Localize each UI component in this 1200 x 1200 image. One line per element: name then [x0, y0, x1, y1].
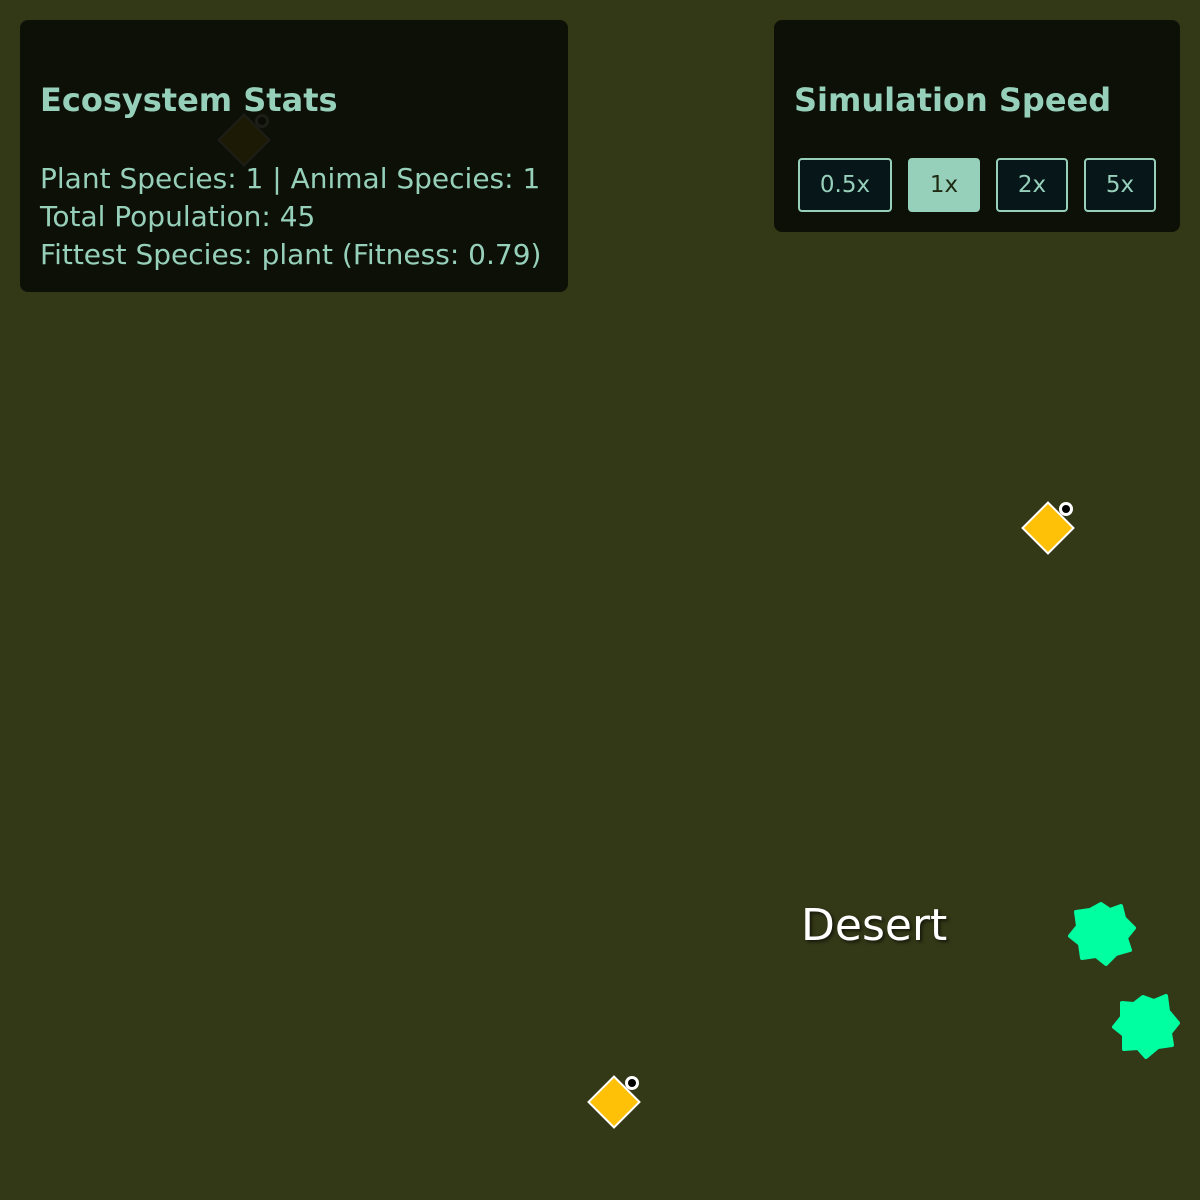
simulation-speed-panel: Simulation Speed 0.5x 1x 2x 5x — [774, 20, 1180, 232]
fittest-species-text: Fittest Species: plant (Fitness: 0.79) — [40, 238, 542, 271]
species-count-text: Plant Species: 1 | Animal Species: 1 — [40, 162, 541, 195]
biome-label: Desert — [801, 900, 948, 951]
total-population-text: Total Population: 45 — [40, 200, 316, 233]
ecosystem-stats-panel: Ecosystem Stats Plant Species: 1 | Anima… — [20, 20, 568, 292]
speed-5x-button[interactable]: 5x — [1084, 158, 1156, 212]
stats-list: Plant Species: 1 | Animal Species: 1 Tot… — [40, 160, 548, 274]
speed-0.5x-button[interactable]: 0.5x — [798, 158, 892, 212]
animal-entity-icon — [587, 1075, 641, 1129]
animal-entity-icon — [1021, 501, 1075, 555]
speed-button-group: 0.5x 1x 2x 5x — [798, 158, 1156, 212]
speed-1x-button[interactable]: 1x — [908, 158, 980, 212]
speed-2x-button[interactable]: 2x — [996, 158, 1068, 212]
speed-title: Simulation Speed — [794, 81, 1112, 119]
plant-entity-icon — [1068, 902, 1136, 966]
stats-title: Ecosystem Stats — [40, 81, 338, 119]
plant-entity-icon — [1112, 994, 1180, 1059]
